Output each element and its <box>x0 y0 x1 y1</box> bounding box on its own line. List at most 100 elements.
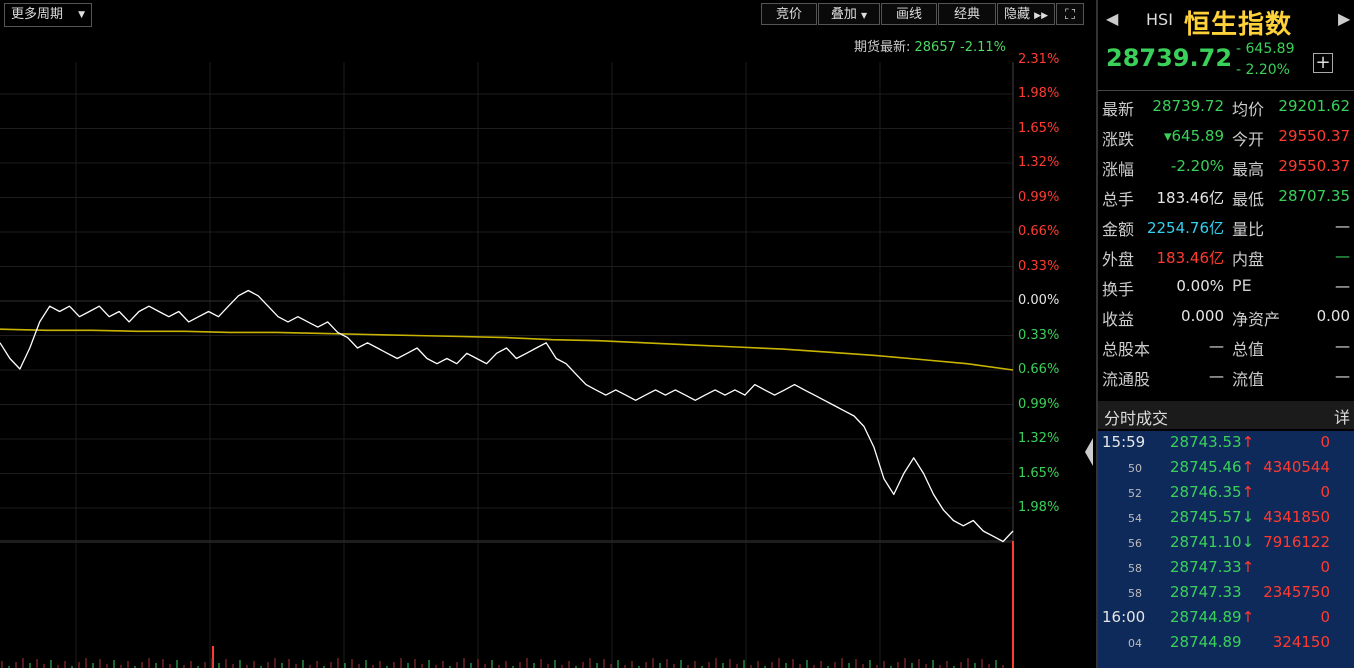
quote-label: 外盘 <box>1102 250 1135 269</box>
quote-value: 28707.35 <box>1278 187 1350 205</box>
arrow-up-icon: ↑ <box>1241 458 1255 476</box>
trade-row: 50 28745.46↑ 4340544 <box>1098 456 1354 481</box>
quote-value: 29550.37 <box>1278 127 1350 145</box>
quote-value: ▾645.89 <box>1163 127 1224 145</box>
trade-price-value: 28744.89 <box>1170 633 1242 651</box>
trade-row: 58 28747.33 2345750 <box>1098 581 1354 606</box>
quote-value: 29550.37 <box>1278 157 1350 175</box>
trade-price: 28747.33↑ <box>1170 558 1254 576</box>
trade-price: 28744.89 <box>1170 633 1242 651</box>
trade-header: 分时成交 详 <box>1098 401 1354 429</box>
intraday-chart[interactable] <box>0 0 1092 668</box>
arrow-up-icon: ↑ <box>1241 483 1255 501</box>
axis-tick-label: 2.31% <box>1018 51 1060 67</box>
trade-price-value: 28745.57 <box>1170 508 1242 526</box>
quote-value: — <box>1209 367 1224 385</box>
trade-row: 15:59 28743.53↑ 0 <box>1098 431 1354 456</box>
quote-value: — <box>1335 337 1350 355</box>
trade-volume: 0 <box>1320 483 1330 501</box>
quote-value: 28739.72 <box>1152 97 1224 115</box>
trade-time: 58 <box>1128 587 1142 600</box>
quote-label: 总股本 <box>1102 340 1151 359</box>
detail-button[interactable]: 详 <box>1334 404 1350 428</box>
trade-price: 28745.46↑ <box>1170 458 1254 476</box>
prev-symbol-icon[interactable]: ◀ <box>1106 9 1118 28</box>
last-price: 28739.72 <box>1106 44 1233 72</box>
quote-value: 183.46亿 <box>1156 249 1225 267</box>
axis-tick-label: 1.65% <box>1018 465 1060 481</box>
axis-tick-label: 1.98% <box>1018 500 1060 515</box>
quote-label: 收益 <box>1102 310 1135 329</box>
trade-list[interactable]: 15:59 28743.53↑ 0 50 28745.46↑ 4340544 52 28746… <box>1098 431 1354 668</box>
quote-label: 换手 <box>1102 280 1135 299</box>
add-watchlist-button[interactable]: + <box>1313 53 1333 73</box>
trade-price: 28744.89↑ <box>1170 608 1254 626</box>
trade-row: 16:00 28744.89↑ 0 <box>1098 606 1354 631</box>
trade-time: 58 <box>1128 562 1142 575</box>
quote-label: 均价 <box>1232 100 1265 119</box>
quote-label: 流值 <box>1232 370 1265 389</box>
quote-value: 183.46亿 <box>1156 189 1225 207</box>
trade-time: 04 <box>1128 637 1142 650</box>
next-symbol-icon[interactable]: ▶ <box>1338 9 1350 28</box>
trade-price-value: 28743.53 <box>1170 433 1242 451</box>
trade-row: 54 28745.57↓ 4341850 <box>1098 506 1354 531</box>
axis-tick-label: 1.32% <box>1018 431 1060 446</box>
trade-price-value: 28747.33 <box>1170 558 1242 576</box>
axis-tick-label: 0.33% <box>1018 258 1060 274</box>
trade-volume: 7916122 <box>1263 533 1330 551</box>
quote-value: 0.00 <box>1316 307 1350 325</box>
arrow-down-icon: ↓ <box>1241 533 1255 551</box>
quote-value: 0.000 <box>1181 307 1224 325</box>
axis-tick-label: 0.33% <box>1018 327 1060 343</box>
arrow-down-icon: ↓ <box>1241 508 1255 526</box>
trade-volume: 0 <box>1320 558 1330 576</box>
quote-value: 29201.62 <box>1278 97 1350 115</box>
trade-price: 28746.35↑ <box>1170 483 1254 501</box>
symbol-code: HSI <box>1146 10 1173 29</box>
quote-value: — <box>1209 337 1224 355</box>
quote-label: 最低 <box>1232 190 1265 209</box>
trade-volume: 2345750 <box>1263 583 1330 601</box>
trade-price-value: 28747.33 <box>1170 583 1242 601</box>
trade-volume: 0 <box>1320 608 1330 626</box>
trade-price: 28747.33 <box>1170 583 1242 601</box>
axis-tick-label: 0.99% <box>1018 189 1060 205</box>
divider <box>1098 90 1354 91</box>
trade-time: 52 <box>1128 487 1142 500</box>
trade-time: 56 <box>1128 537 1142 550</box>
trade-price-value: 28744.89 <box>1170 608 1242 626</box>
quote-value: — <box>1335 277 1350 295</box>
intraday-chart-area[interactable]: 更多周期 ▼ 竞价 叠加 ▼ 画线 经典 隐藏 ▶▶ ⛶ 期货最新: 28657… <box>0 0 1092 668</box>
trade-volume: 4340544 <box>1263 458 1330 476</box>
trade-price-value: 28741.10 <box>1170 533 1242 551</box>
price-change-pct: - 2.20% <box>1236 62 1290 78</box>
price-change: - 645.89 <box>1236 41 1295 57</box>
quote-label: PE <box>1232 276 1252 295</box>
quote-value: 0.00% <box>1176 277 1224 295</box>
quote-label: 总手 <box>1102 190 1135 209</box>
axis-tick-label: 0.66% <box>1018 224 1060 239</box>
symbol-name: 恒生指数 <box>1184 10 1293 40</box>
quote-label: 涨跌 <box>1102 130 1135 149</box>
trade-row: 04 28744.89 324150 <box>1098 631 1354 656</box>
trade-row: 52 28746.35↑ 0 <box>1098 481 1354 506</box>
quote-label: 流通股 <box>1102 370 1151 389</box>
axis-tick-label: 0.66% <box>1018 362 1060 377</box>
trade-row: 58 28747.33↑ 0 <box>1098 556 1354 581</box>
trade-volume: 0 <box>1320 433 1330 451</box>
quote-panel: ◀ ▶ HSI 恒生指数 28739.72 - 645.89 - 2.20% +… <box>1096 0 1354 668</box>
axis-tick-label: 0.99% <box>1018 396 1060 412</box>
quote-value: — <box>1335 247 1350 265</box>
quote-label: 内盘 <box>1232 250 1265 269</box>
axis-tick-label: 1.98% <box>1018 86 1060 101</box>
trade-price: 28745.57↓ <box>1170 508 1254 526</box>
quote-label: 最高 <box>1232 160 1265 179</box>
trade-volume: 324150 <box>1272 633 1330 651</box>
trade-time: 50 <box>1128 462 1142 475</box>
arrow-up-icon: ↑ <box>1241 608 1255 626</box>
quote-label: 金额 <box>1102 220 1135 239</box>
trade-row: 56 28741.10↓ 7916122 <box>1098 531 1354 556</box>
quote-value: 2254.76亿 <box>1146 219 1224 237</box>
trade-title: 分时成交 <box>1104 409 1169 428</box>
